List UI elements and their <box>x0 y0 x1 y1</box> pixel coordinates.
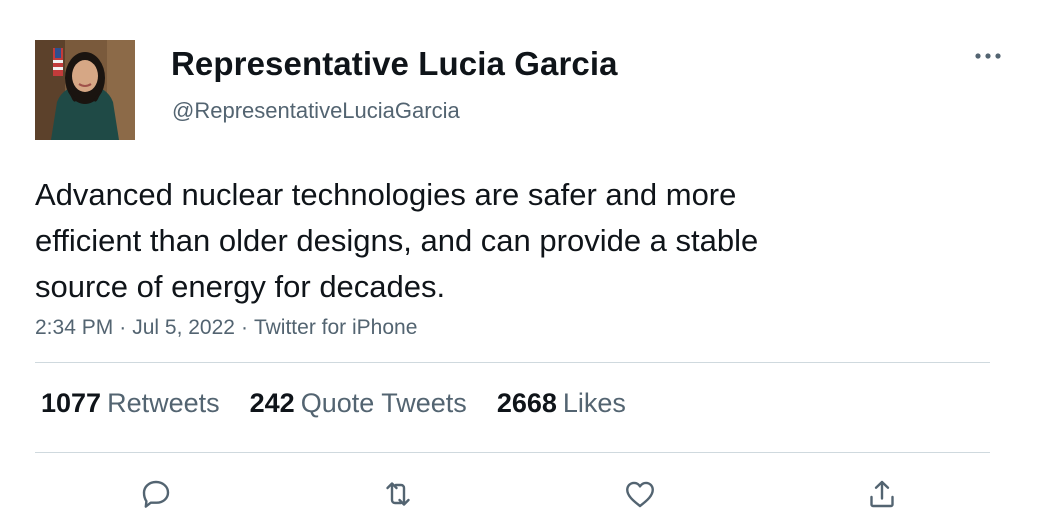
tweet-text-line: Advanced nuclear technologies are safer … <box>35 177 737 212</box>
profile-photo-icon <box>35 40 135 140</box>
retweets-label: Retweets <box>107 388 220 418</box>
meta-separator: · <box>119 316 127 339</box>
reply-button[interactable] <box>136 474 176 514</box>
quote-tweets-stat[interactable]: 242 Quote Tweets <box>250 388 467 419</box>
like-button[interactable] <box>620 474 660 514</box>
author-handle[interactable]: @RepresentativeLuciaGarcia <box>172 98 460 124</box>
meta-separator: · <box>240 316 248 339</box>
tweet-text-line: source of energy for decades. <box>35 269 446 304</box>
tweet-text: Advanced nuclear technologies are safer … <box>35 172 975 310</box>
tweet-date[interactable]: Jul 5, 2022 <box>132 316 235 339</box>
share-icon <box>870 480 894 508</box>
more-options-button[interactable] <box>968 42 1008 70</box>
tweet-time[interactable]: 2:34 PM <box>35 316 113 339</box>
likes-stat[interactable]: 2668 Likes <box>497 388 626 419</box>
author-display-name[interactable]: Representative Lucia Garcia <box>171 45 618 83</box>
divider <box>35 362 990 363</box>
retweet-icon <box>386 482 410 506</box>
likes-count: 2668 <box>496 388 557 418</box>
tweet-source[interactable]: Twitter for iPhone <box>254 316 417 339</box>
divider <box>35 452 990 453</box>
author-avatar[interactable] <box>35 40 135 140</box>
share-button[interactable] <box>862 474 902 514</box>
retweet-button[interactable] <box>378 474 418 514</box>
tweet-card: Representative Lucia Garcia @Representat… <box>0 0 1050 525</box>
quote-tweets-count: 242 <box>249 388 295 418</box>
more-dots-icon <box>975 53 1001 59</box>
likes-label: Likes <box>562 388 626 418</box>
retweets-stat[interactable]: 1077 Retweets <box>41 388 220 419</box>
reply-icon <box>142 480 170 508</box>
like-icon <box>626 481 654 508</box>
tweet-text-line: efficient than older designs, and can pr… <box>35 223 759 258</box>
engagement-stats: 1077 Retweets 242 Quote Tweets 2668 Likes <box>41 388 656 419</box>
quote-tweets-label: Quote Tweets <box>300 388 467 418</box>
retweets-count: 1077 <box>41 388 102 418</box>
tweet-meta: 2:34 PM · Jul 5, 2022 · Twitter for iPhone <box>35 316 417 340</box>
